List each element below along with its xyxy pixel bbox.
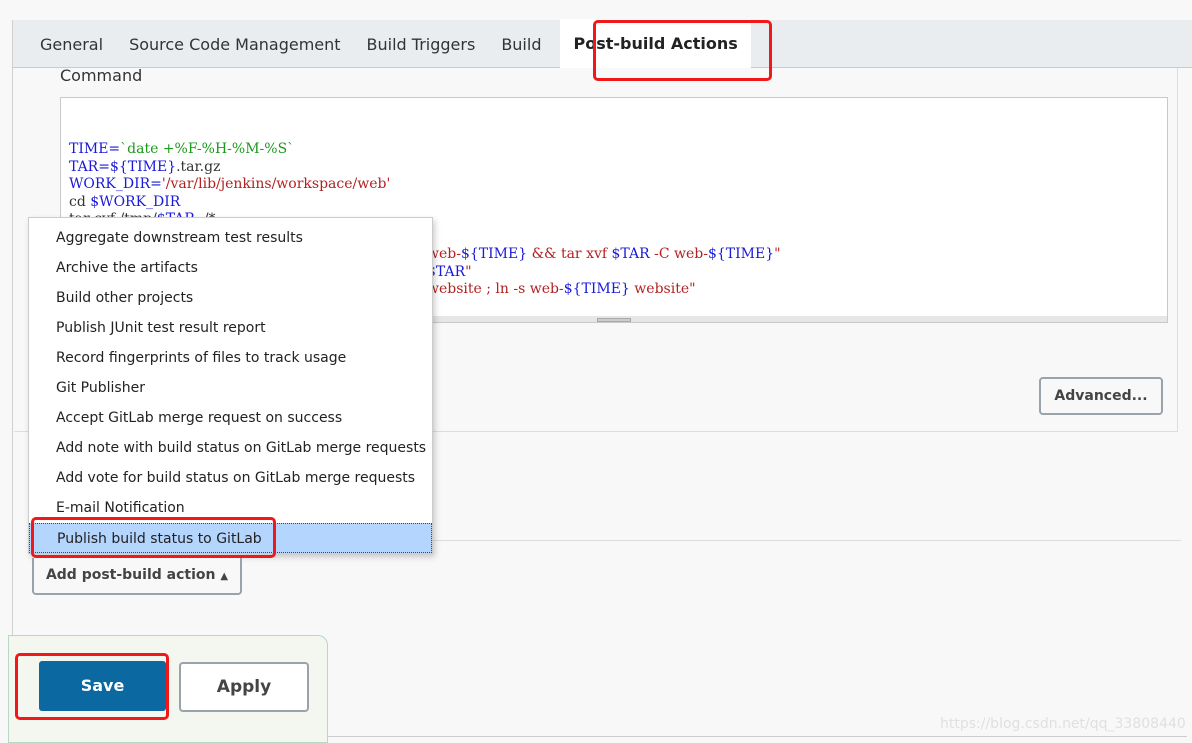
code-token: WORK_DIR= — [69, 176, 162, 192]
menu-item[interactable]: Git Publisher — [29, 373, 432, 403]
code-token: ${TIME} — [707, 246, 775, 262]
code-token: TAR=${TIME} — [69, 158, 177, 175]
code-token: " — [774, 246, 781, 262]
tab-bar: General Source Code Management Build Tri… — [13, 19, 1192, 68]
code-token: $WORK_DIR — [90, 193, 181, 210]
menu-item[interactable]: E-mail Notification — [29, 493, 432, 523]
menu-item[interactable]: Build other projects — [29, 283, 432, 313]
resize-handle[interactable] — [597, 318, 631, 322]
code-line: TIME=`date +%F-%H-%M-%S` — [69, 141, 1167, 159]
menu-item[interactable]: Add vote for build status on GitLab merg… — [29, 463, 432, 493]
menu-item[interactable]: Record fingerprints of files to track us… — [29, 343, 432, 373]
watermark: https://blog.csdn.net/qq_33808440 — [940, 716, 1186, 732]
post-build-action-menu: Aggregate downstream test results Archive… — [28, 217, 433, 554]
code-token: website" — [629, 281, 696, 297]
tab-source-code-management[interactable]: Source Code Management — [116, 20, 353, 68]
code-line: TAR=${TIME}.tar.gz — [69, 159, 1167, 177]
code-token: ${TIME} — [563, 281, 630, 297]
menu-item[interactable]: Publish JUnit test result report — [29, 313, 432, 343]
tab-general[interactable]: General — [27, 20, 116, 68]
code-token: ${TIME} — [460, 246, 528, 262]
apply-button[interactable]: Apply — [179, 662, 309, 712]
menu-item[interactable]: Aggregate downstream test results — [29, 223, 432, 253]
code-token: '/var/lib/jenkins/workspace/web' — [161, 176, 391, 192]
code-token: `date +%F-%H-%M-%S` — [120, 141, 295, 157]
save-button[interactable]: Save — [39, 661, 166, 711]
tab-build[interactable]: Build — [488, 20, 554, 68]
advanced-button[interactable]: Advanced... — [1039, 377, 1163, 415]
menu-item[interactable]: Accept GitLab merge request on success — [29, 403, 432, 433]
code-line: WORK_DIR='/var/lib/jenkins/workspace/web… — [69, 176, 1167, 194]
top-strip — [0, 0, 1192, 20]
menu-item[interactable]: Publish build status to GitLab — [29, 523, 432, 553]
tab-post-build-actions[interactable]: Post-build Actions — [560, 19, 751, 68]
caret-up-icon: ▲ — [220, 571, 229, 582]
code-token: " — [465, 263, 472, 280]
code-token: .tar.gz — [176, 158, 221, 175]
command-label: Command — [60, 66, 143, 85]
code-token: && tar xvf — [527, 246, 612, 262]
code-token: website ; ln -s web- — [427, 281, 564, 297]
tab-build-triggers[interactable]: Build Triggers — [354, 20, 489, 68]
code-token: TIME= — [69, 141, 121, 157]
divider — [327, 736, 1187, 737]
code-token: $TAR — [611, 246, 650, 262]
add-post-build-action-button[interactable]: Add post-build action ▲ — [32, 558, 242, 595]
code-line: cd $WORK_DIR — [69, 194, 1167, 212]
menu-item[interactable]: Archive the artifacts — [29, 253, 432, 283]
menu-item[interactable]: Add note with build status on GitLab mer… — [29, 433, 432, 463]
divider — [433, 540, 1181, 541]
add-action-label: Add post-build action — [45, 567, 216, 583]
code-token: -C web- — [649, 246, 708, 262]
code-token: cd — [69, 193, 91, 210]
